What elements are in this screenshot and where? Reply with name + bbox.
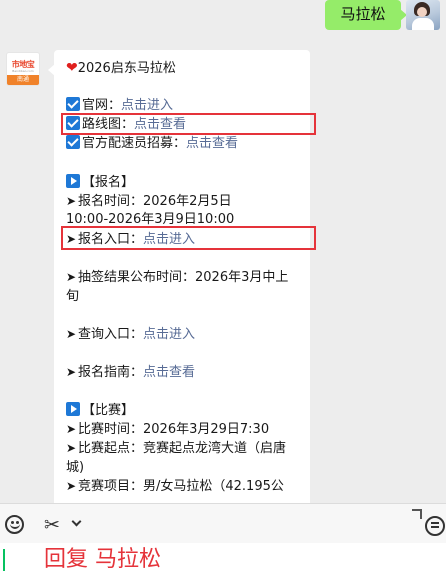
race-time: 比赛时间：2026年3月29日7:30 [78,422,270,437]
query-link[interactable]: 点击进入 [143,327,195,342]
race-time-line: ➤ 比赛时间：2026年3月29日7:30 [66,420,269,439]
pacer-recruit-link[interactable]: 点击查看 [186,136,238,151]
history-icon[interactable] [425,516,445,536]
message-input-text: 回复 马拉松 [44,547,161,572]
guide-label: 报名指南： [78,365,144,380]
scissors-icon[interactable]: ✂ [44,514,66,536]
official-site-link[interactable]: 点击进入 [121,98,173,113]
outgoing-message-text: 马拉松 [340,5,386,23]
emoji-icon[interactable] [4,514,26,536]
registration-entry-highlight-box [61,226,316,250]
race-item-line: ➤ 竞赛项目：男/女马拉松（42.195公 [66,477,284,496]
chevron-down-icon[interactable] [71,518,81,528]
registration-time-line: ➤ 报名时间：2026年2月5日 [66,192,232,211]
lottery-result-time: 抽签结果公布时间：2026年3月中上旬 [66,270,289,304]
arrow-icon: ➤ [66,441,77,455]
message-title: 2026启东马拉松 [77,61,176,76]
play-icon [66,402,80,416]
composer-toolbar: ✂ [0,503,446,543]
arrow-icon: ➤ [66,270,77,284]
query-label: 查询入口： [78,327,144,342]
message-input[interactable]: 回复 马拉松 [0,543,446,582]
race-items: 竞赛项目：男/女马拉松（42.195公 [78,479,284,494]
pacer-line: 官方配速员招募：点击查看 [66,134,238,153]
registration-section-line: 【报名】 [66,173,134,192]
arrow-icon: ➤ [66,327,77,341]
guide-line: ➤ 报名指南：点击查看 [66,363,195,382]
query-line: ➤ 查询入口：点击进入 [66,325,195,344]
heart-icon: ❤ [66,60,78,76]
registration-time: 报名时间：2026年2月5日 [78,194,232,209]
registration-guide-link[interactable]: 点击查看 [143,365,195,380]
registration-time-range: 10:00-2026年3月9日10:00 [66,212,235,227]
official-site-label: 官网： [82,98,122,113]
route-highlight-box [61,113,316,135]
race-section-title: 【比赛】 [82,403,135,418]
outgoing-message[interactable]: 马拉松 [325,0,407,30]
play-icon [66,174,80,188]
arrow-icon: ➤ [66,479,77,493]
arrow-icon: ➤ [66,422,77,436]
lottery-line: ➤ 抽签结果公布时间：2026年3月中上旬 [66,268,300,306]
arrow-icon: ➤ [66,194,77,208]
corner-icon[interactable] [412,509,422,519]
message-title-line: ❤2026启东马拉松 [66,59,176,78]
arrow-icon: ➤ [66,365,77,379]
bot-logo-domain: Bendibao.com [12,69,34,73]
checkbox-icon [66,97,80,111]
chat-area: 马拉松 市地宝 Bendibao.com 南通 ❤2026启东马拉松 官网：点击… [0,0,446,503]
registration-section-title: 【报名】 [82,175,135,190]
race-start-line: ➤ 比赛起点：竞赛起点龙湾大道（启唐城) [66,439,300,477]
race-section-line: 【比赛】 [66,401,134,420]
bot-logo-city: 南通 [7,75,39,85]
checkbox-icon [66,135,80,149]
pacer-label: 官方配速员招募： [82,136,187,151]
text-caret [3,549,5,571]
bot-avatar[interactable]: 市地宝 Bendibao.com 南通 [6,52,40,86]
race-start: 比赛起点：竞赛起点龙湾大道（启唐城) [66,441,287,475]
user-avatar[interactable] [406,0,440,30]
